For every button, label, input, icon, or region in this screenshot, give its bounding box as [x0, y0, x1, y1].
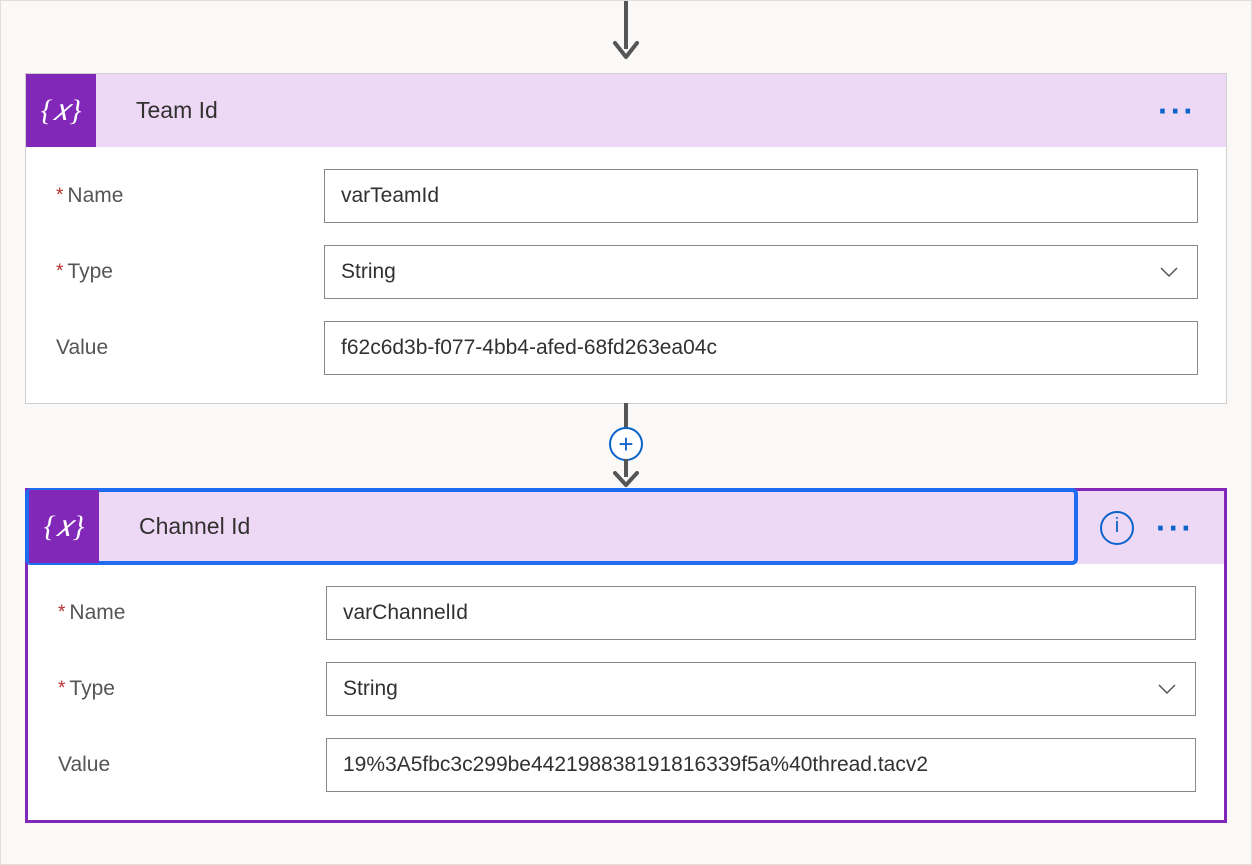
flow-canvas: {𝑥} Team Id ··· * Name * Type: [0, 0, 1252, 865]
value-input[interactable]: [326, 738, 1196, 792]
action-card-team-id[interactable]: {𝑥} Team Id ··· * Name * Type: [25, 73, 1227, 404]
field-row-type: * Type String: [58, 662, 1196, 716]
card-body: * Name * Type String Val: [28, 564, 1224, 820]
field-label-name: * Name: [58, 601, 326, 625]
field-row-value: Value: [58, 738, 1196, 792]
name-input[interactable]: [326, 586, 1196, 640]
header-actions: ···: [1136, 106, 1226, 116]
type-select-value: String: [343, 677, 398, 701]
chevron-down-icon: [1155, 677, 1179, 701]
variable-icon: {𝑥}: [26, 74, 96, 147]
card-header-inner: {𝑥} Team Id: [26, 74, 1136, 147]
header-actions: i ···: [1078, 511, 1224, 545]
card-title: Channel Id: [99, 513, 1074, 540]
field-label-type: * Type: [58, 677, 326, 701]
card-title: Team Id: [96, 97, 1136, 124]
flow-arrow-top: [611, 1, 641, 63]
field-label-type: * Type: [56, 260, 324, 284]
field-label-name: * Name: [56, 184, 324, 208]
more-icon[interactable]: ···: [1156, 523, 1194, 533]
name-input[interactable]: [324, 169, 1198, 223]
field-row-type: * Type String: [56, 245, 1198, 299]
plus-icon: +: [618, 429, 633, 460]
chevron-down-icon: [1157, 260, 1181, 284]
info-icon[interactable]: i: [1100, 511, 1134, 545]
field-row-name: * Name: [58, 586, 1196, 640]
card-header-inner-selected: {𝑥} Channel Id: [25, 488, 1078, 565]
action-card-channel-id[interactable]: {𝑥} Channel Id i ··· * Name * Type: [25, 488, 1227, 823]
field-row-value: Value: [56, 321, 1198, 375]
card-body: * Name * Type String Val: [26, 147, 1226, 403]
value-input[interactable]: [324, 321, 1198, 375]
more-icon[interactable]: ···: [1158, 106, 1196, 116]
variable-icon: {𝑥}: [29, 490, 99, 563]
type-select[interactable]: String: [326, 662, 1196, 716]
card-header[interactable]: {𝑥} Team Id ···: [26, 74, 1226, 147]
card-header[interactable]: {𝑥} Channel Id i ···: [28, 491, 1224, 564]
field-label-value: Value: [56, 336, 324, 360]
flow-connector: +: [606, 403, 646, 487]
type-select-value: String: [341, 260, 396, 284]
field-row-name: * Name: [56, 169, 1198, 223]
add-step-button[interactable]: +: [609, 427, 643, 461]
field-label-value: Value: [58, 753, 326, 777]
type-select[interactable]: String: [324, 245, 1198, 299]
connector-line: [624, 403, 628, 428]
